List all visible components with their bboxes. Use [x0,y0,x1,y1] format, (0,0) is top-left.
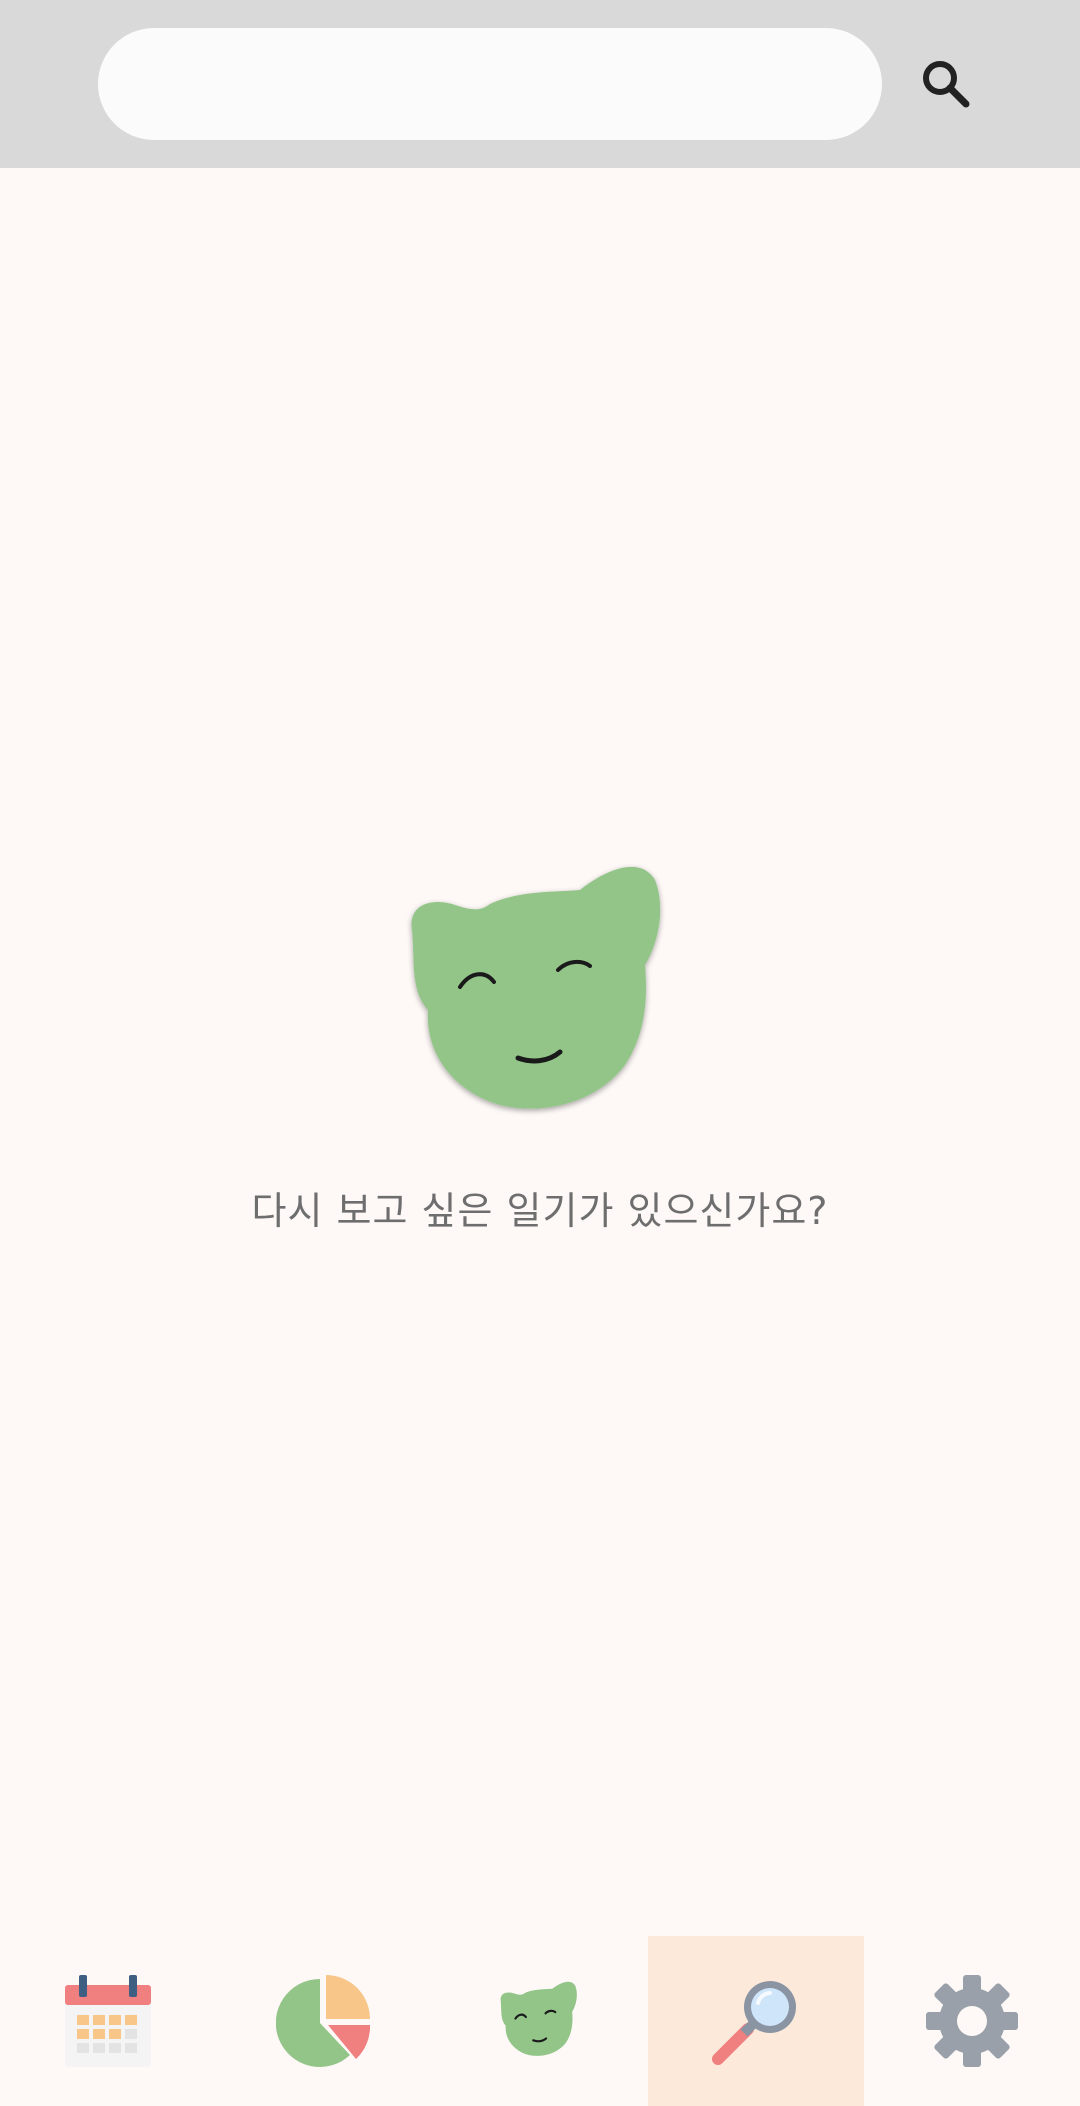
empty-state: 다시 보고 싶은 일기가 있으신가요? [0,860,1080,1235]
gear-icon [926,1975,1018,2067]
search-input[interactable] [98,28,882,140]
nav-tab-calendar[interactable] [0,1936,216,2106]
cat-face-icon [500,1981,577,2056]
nav-tab-search[interactable] [648,1936,864,2106]
bottom-navigation [0,1936,1080,2106]
nav-tab-settings[interactable] [864,1936,1080,2106]
magnifier-icon [712,1981,796,2065]
nav-tab-home[interactable] [432,1936,648,2106]
pie-chart-icon [276,1975,371,2067]
empty-state-message: 다시 보고 싶은 일기가 있으신가요? [251,1189,829,1233]
mascot-cat-face-icon [411,866,661,1109]
top-search-bar [0,0,1080,168]
search-button[interactable] [906,44,986,124]
calendar-icon [65,1975,151,2067]
nav-tab-statistics[interactable] [216,1936,432,2106]
search-icon [923,61,970,108]
